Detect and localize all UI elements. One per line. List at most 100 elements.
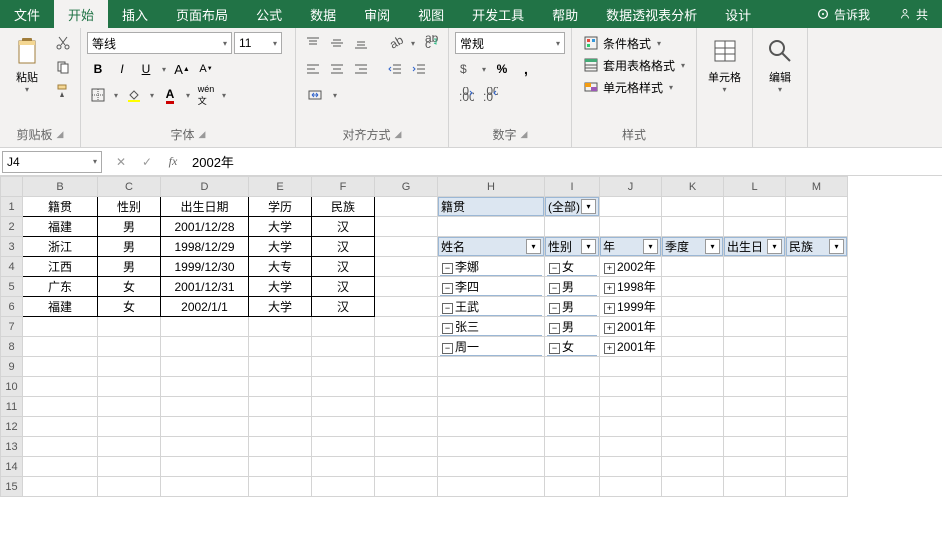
cell-D8[interactable] [161, 337, 249, 357]
select-all-corner[interactable] [1, 177, 23, 197]
cell-I11[interactable] [545, 397, 600, 417]
cell-J2[interactable] [600, 217, 662, 237]
borders-button[interactable] [87, 84, 109, 106]
cell-J12[interactable] [600, 417, 662, 437]
cell-L13[interactable] [724, 437, 786, 457]
cell-G15[interactable] [375, 477, 438, 497]
cell-L14[interactable] [724, 457, 786, 477]
cell-M3[interactable]: 民族▾ [786, 237, 848, 257]
cell-B11[interactable] [23, 397, 98, 417]
cell-J15[interactable] [600, 477, 662, 497]
cell-D15[interactable] [161, 477, 249, 497]
cell-C6[interactable]: 女 [98, 297, 161, 317]
cell-C2[interactable]: 男 [98, 217, 161, 237]
cell-M1[interactable] [786, 197, 848, 217]
cell-F7[interactable] [312, 317, 375, 337]
tab-insert[interactable]: 插入 [108, 0, 162, 28]
cell-L11[interactable] [724, 397, 786, 417]
row-header-11[interactable]: 11 [1, 397, 23, 417]
tell-me[interactable]: 告诉我 [802, 0, 884, 28]
pivot-expand-icon[interactable]: − [549, 343, 560, 354]
fill-color-button[interactable] [123, 84, 145, 106]
cell-I3[interactable]: 性别▾ [545, 237, 600, 257]
cell-styles-button[interactable]: 单元格样式▾ [578, 76, 678, 98]
cell-H14[interactable] [438, 457, 545, 477]
col-header-K[interactable]: K [662, 177, 724, 197]
pivot-expand-icon[interactable]: − [442, 343, 453, 354]
cell-D11[interactable] [161, 397, 249, 417]
pivot-filter-K[interactable]: ▾ [705, 239, 720, 254]
accounting-dropdown[interactable]: ▾ [479, 58, 489, 80]
pivot-expand-icon[interactable]: + [604, 263, 615, 274]
pivot-filter-J[interactable]: ▾ [643, 239, 658, 254]
cell-F12[interactable] [312, 417, 375, 437]
cell-J13[interactable] [600, 437, 662, 457]
tab-file[interactable]: 文件 [0, 0, 54, 28]
cell-D4[interactable]: 1999/12/30 [161, 257, 249, 277]
row-header-1[interactable]: 1 [1, 197, 23, 217]
cell-G6[interactable] [375, 297, 438, 317]
cell-D14[interactable] [161, 457, 249, 477]
font-launcher[interactable]: ◢ [199, 129, 206, 140]
col-header-I[interactable]: I [545, 177, 600, 197]
cell-C14[interactable] [98, 457, 161, 477]
pivot-expand-icon[interactable]: − [442, 323, 453, 334]
cell-C4[interactable]: 男 [98, 257, 161, 277]
cell-D6[interactable]: 2002/1/1 [161, 297, 249, 317]
cell-I2[interactable] [545, 217, 600, 237]
font-size-combo[interactable]: 11▾ [234, 32, 282, 54]
phonetic-dropdown[interactable]: ▾ [219, 84, 229, 106]
cell-K6[interactable] [662, 297, 724, 317]
row-header-6[interactable]: 6 [1, 297, 23, 317]
cell-E3[interactable]: 大学 [249, 237, 312, 257]
cell-M11[interactable] [786, 397, 848, 417]
col-header-D[interactable]: D [161, 177, 249, 197]
pivot-expand-icon[interactable]: − [442, 263, 453, 274]
cell-L8[interactable] [724, 337, 786, 357]
cell-I6[interactable]: −男 [545, 297, 600, 317]
cell-B4[interactable]: 江西 [23, 257, 98, 277]
orientation-dropdown[interactable]: ▾ [408, 32, 418, 54]
worksheet[interactable]: BCDEFGHIJKLM1籍贯性别出生日期学历民族籍贯(全部)▾2福建男2001… [0, 176, 942, 497]
col-header-F[interactable]: F [312, 177, 375, 197]
cell-M2[interactable] [786, 217, 848, 237]
cell-E10[interactable] [249, 377, 312, 397]
cell-B1[interactable]: 籍贯 [23, 197, 98, 217]
underline-dropdown[interactable]: ▾ [159, 58, 169, 80]
cell-B9[interactable] [23, 357, 98, 377]
cell-M15[interactable] [786, 477, 848, 497]
cell-H3[interactable]: 姓名▾ [438, 237, 545, 257]
cell-E6[interactable]: 大学 [249, 297, 312, 317]
number-format-combo[interactable]: 常规▾ [455, 32, 565, 54]
pivot-expand-icon[interactable]: − [549, 323, 560, 334]
cell-L4[interactable] [724, 257, 786, 277]
increase-decimal-button[interactable]: .0.00 [455, 84, 477, 106]
cell-K2[interactable] [662, 217, 724, 237]
alignment-launcher[interactable]: ◢ [395, 129, 402, 140]
cell-H13[interactable] [438, 437, 545, 457]
cell-K3[interactable]: 季度▾ [662, 237, 724, 257]
cell-B6[interactable]: 福建 [23, 297, 98, 317]
merge-center-button[interactable] [302, 84, 328, 106]
cell-E1[interactable]: 学历 [249, 197, 312, 217]
pivot-filter-M[interactable]: ▾ [829, 239, 844, 254]
cell-M5[interactable] [786, 277, 848, 297]
cell-I15[interactable] [545, 477, 600, 497]
cut-button[interactable] [52, 32, 74, 54]
cell-E13[interactable] [249, 437, 312, 457]
pivot-expand-icon[interactable]: + [604, 283, 615, 294]
cell-G12[interactable] [375, 417, 438, 437]
cell-H12[interactable] [438, 417, 545, 437]
borders-dropdown[interactable]: ▾ [111, 84, 121, 106]
clipboard-launcher[interactable]: ◢ [57, 129, 64, 140]
formula-input[interactable] [186, 151, 940, 173]
cell-J7[interactable]: +2001年 [600, 317, 662, 337]
cell-J10[interactable] [600, 377, 662, 397]
cell-G10[interactable] [375, 377, 438, 397]
cell-G8[interactable] [375, 337, 438, 357]
cell-E4[interactable]: 大专 [249, 257, 312, 277]
cell-E14[interactable] [249, 457, 312, 477]
cell-F11[interactable] [312, 397, 375, 417]
percent-button[interactable]: % [491, 58, 513, 80]
increase-indent-button[interactable] [408, 58, 430, 80]
